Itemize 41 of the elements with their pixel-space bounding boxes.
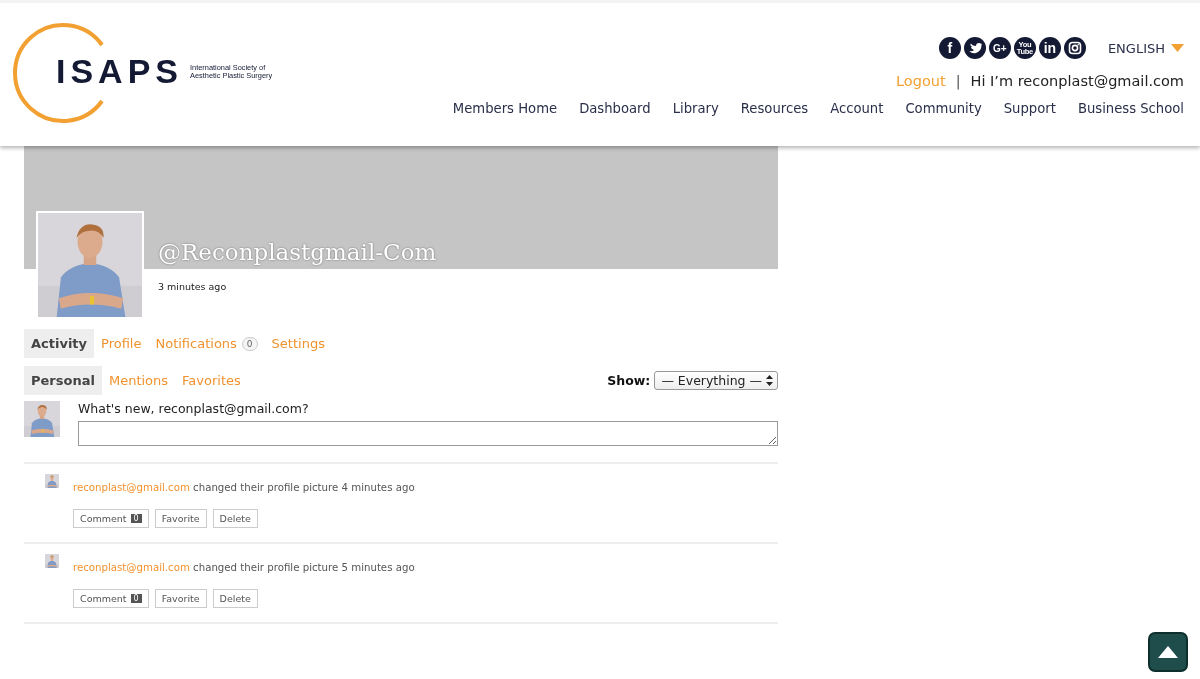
notification-count: 0 bbox=[241, 336, 258, 351]
bird-icon[interactable] bbox=[963, 37, 986, 59]
profile-tab[interactable]: Activity bbox=[24, 329, 95, 358]
activity-subtab[interactable]: Personal bbox=[24, 366, 102, 395]
activity-action-button[interactable]: Delete bbox=[212, 509, 258, 528]
nav-link[interactable]: Members Home bbox=[452, 101, 558, 116]
post-input-field[interactable] bbox=[78, 421, 778, 446]
logo-wordmark: ISAPS bbox=[56, 51, 184, 91]
select-arrows-icon bbox=[766, 375, 773, 386]
nav-link[interactable]: Resources bbox=[740, 101, 809, 116]
linkedin-icon[interactable]: in bbox=[1038, 37, 1061, 59]
filter-select[interactable]: — Everything — bbox=[654, 371, 778, 390]
up-arrow-icon bbox=[1158, 646, 1178, 658]
nav-link[interactable]: Business School bbox=[1077, 101, 1184, 116]
nav-link[interactable]: Account bbox=[830, 101, 884, 116]
scroll-to-top-button[interactable] bbox=[1148, 632, 1188, 672]
separator: | bbox=[955, 73, 961, 89]
activity-action-button[interactable]: Delete bbox=[212, 589, 258, 608]
nav-link[interactable]: Dashboard bbox=[579, 101, 651, 116]
google-plus-icon[interactable]: G+ bbox=[988, 37, 1011, 59]
activity-text: reconplast@gmail.com changed their profile picture 5 minutes ago bbox=[73, 562, 415, 573]
greeting-text: Hi I’m reconplast@gmail.com bbox=[970, 73, 1184, 89]
activity-action-button[interactable]: Comment 0 bbox=[73, 589, 149, 608]
camera-icon[interactable] bbox=[1063, 37, 1086, 59]
nav-link[interactable]: Community bbox=[905, 101, 982, 116]
comment-count: 0 bbox=[130, 514, 142, 523]
activity-action-button[interactable]: Comment 0 bbox=[73, 509, 149, 528]
activity-action-button[interactable]: Favorite bbox=[154, 589, 207, 608]
activity-action-button[interactable]: Favorite bbox=[154, 509, 207, 528]
profile-handle: @Reconplastgmail-Com bbox=[158, 239, 437, 265]
post-prompt: What's new, reconplast@gmail.com? bbox=[78, 401, 310, 416]
comment-count: 0 bbox=[130, 594, 142, 603]
nav-link[interactable]: Library bbox=[672, 101, 719, 116]
language-selector[interactable]: ENGLISH bbox=[1107, 40, 1184, 56]
activity-text: reconplast@gmail.com changed their profile picture 4 minutes ago bbox=[73, 482, 415, 493]
filter-label: Show: bbox=[607, 373, 651, 388]
last-active-text: 3 minutes ago bbox=[157, 280, 228, 294]
dropdown-caret-icon bbox=[1171, 44, 1184, 52]
facebook-icon[interactable]: f bbox=[938, 37, 961, 59]
profile-tab[interactable]: Notifications 0 bbox=[148, 329, 265, 358]
nav-link[interactable]: Support bbox=[1003, 101, 1056, 116]
